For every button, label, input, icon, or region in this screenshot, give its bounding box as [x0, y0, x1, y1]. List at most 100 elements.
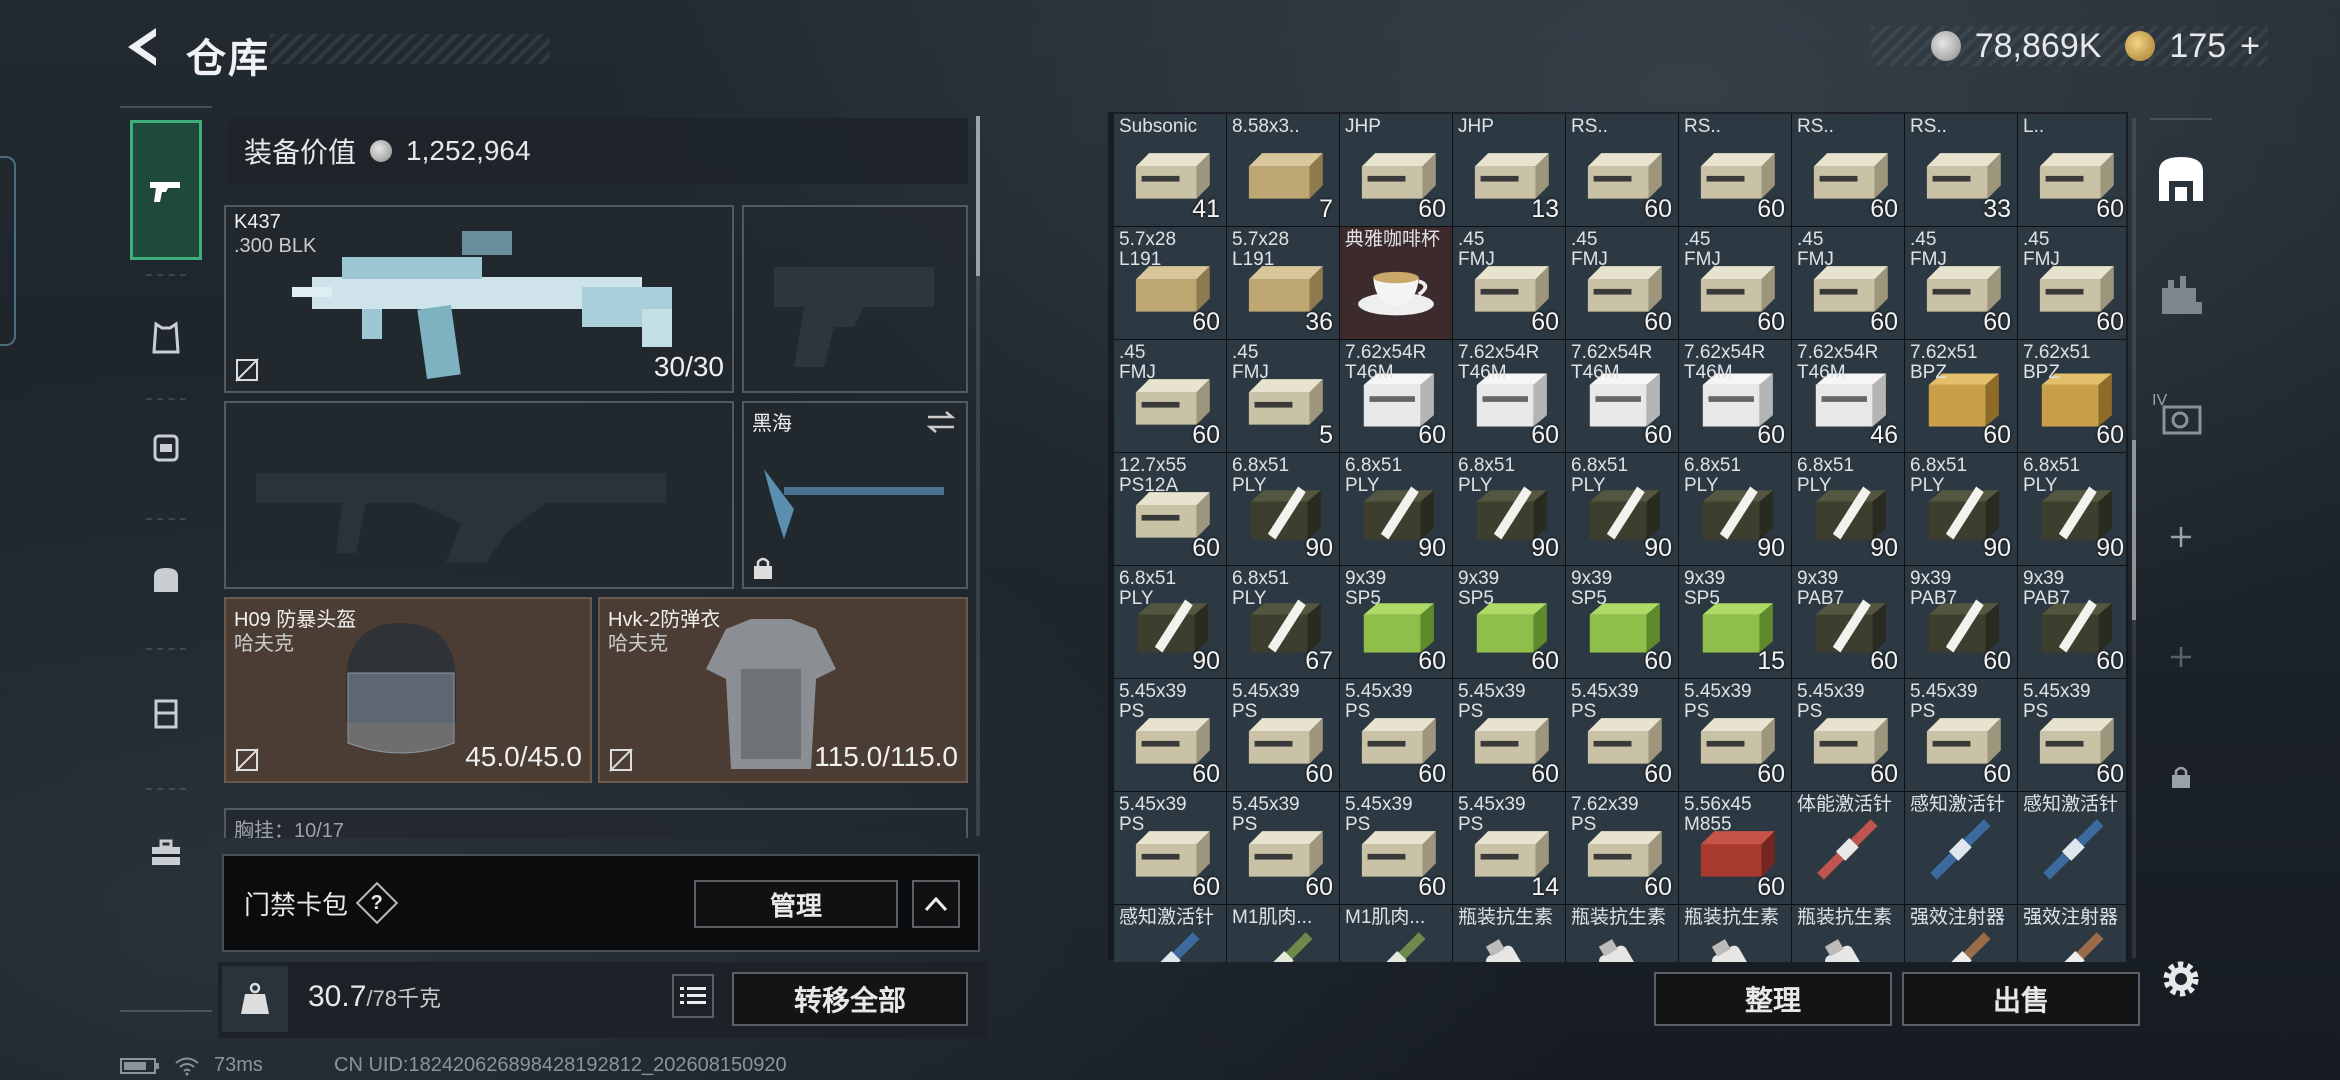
add-storage-button-1[interactable]	[2150, 506, 2212, 568]
expand-button[interactable]	[912, 880, 960, 928]
storage-item[interactable]: .45 FMJ 60	[2018, 227, 2126, 339]
storage-item[interactable]: 12.7x55 PS12A 60	[1114, 453, 1226, 565]
sidebar-item-weapon[interactable]	[130, 120, 202, 260]
storage-item[interactable]: 6.8x51 PLY 67	[1227, 566, 1339, 678]
back-arrow-icon[interactable]	[118, 22, 168, 72]
list-view-button[interactable]	[672, 974, 714, 1018]
helmet-slot[interactable]: H09 防暴头盔 哈夫克 45.0/45.0	[224, 597, 592, 783]
sidebar-item-backpack[interactable]	[130, 396, 202, 496]
storage-item[interactable]: 7.62x51 BPZ 60	[2018, 340, 2126, 452]
storage-item[interactable]: 7.62x54R T46M 60	[1453, 340, 1565, 452]
storage-item[interactable]: 9x39 PAB7 60	[2018, 566, 2126, 678]
storage-item[interactable]: 5.7x28 L191 36	[1227, 227, 1339, 339]
manage-button[interactable]: 管理	[694, 880, 898, 928]
sidebar-item-case[interactable]	[130, 798, 202, 908]
storage-scrollbar-thumb[interactable]	[2132, 440, 2136, 620]
storage-item[interactable]: 6.8x51 PLY 90	[1792, 453, 1904, 565]
storage-item[interactable]: 5.45x39 PS 60	[1114, 679, 1226, 791]
sidebar-item-bag[interactable]	[130, 528, 202, 628]
storage-item[interactable]: 7.62x51 BPZ 60	[1905, 340, 2017, 452]
storage-item[interactable]: 6.8x51 PLY 90	[1340, 453, 1452, 565]
storage-item[interactable]: 5.45x39 PS 60	[1566, 679, 1678, 791]
storage-item[interactable]: .45 FMJ 60	[1679, 227, 1791, 339]
primary-weapon-slot[interactable]: K437 .300 BLK 30/30	[224, 205, 734, 393]
storage-item[interactable]: 9x39 PAB7 60	[1905, 566, 2017, 678]
storage-item[interactable]: 7.62x54R T46M 60	[1679, 340, 1791, 452]
storage-item[interactable]: 6.8x51 PLY 90	[2018, 453, 2126, 565]
storage-item[interactable]: .45 FMJ 60	[1566, 227, 1678, 339]
storage-item[interactable]: 6.8x51 PLY 90	[1227, 453, 1339, 565]
sidebar-item-chest-rig[interactable]	[130, 658, 202, 768]
storage-item[interactable]: 5.45x39 PS 60	[1227, 792, 1339, 904]
pistol-slot-empty[interactable]	[742, 205, 968, 393]
storage-item[interactable]: 7.62x54R T46M 60	[1566, 340, 1678, 452]
storage-item[interactable]: RS.. 33	[1905, 114, 2017, 226]
storage-item[interactable]: 体能激活针	[1792, 792, 1904, 904]
gold-plus-button[interactable]: +	[2240, 27, 2260, 66]
armor-slot[interactable]: Hvk-2防弹衣 哈夫克 115.0/115.0	[598, 597, 968, 783]
storage-item[interactable]: Subsonic 41	[1114, 114, 1226, 226]
storage-item[interactable]: 感知激活针	[2018, 792, 2126, 904]
storage-item[interactable]: 瓶装抗生素	[1453, 905, 1565, 962]
storage-item[interactable]: 6.8x51 PLY 90	[1114, 566, 1226, 678]
storage-item[interactable]: 感知激活针	[1114, 905, 1226, 962]
storage-item[interactable]: 9x39 SP5 60	[1453, 566, 1565, 678]
storage-item[interactable]: 9x39 SP5 15	[1679, 566, 1791, 678]
storage-item[interactable]: 5.56x45 M855 60	[1679, 792, 1791, 904]
locked-storage-slot[interactable]	[2150, 746, 2212, 808]
storage-tab-main[interactable]	[2150, 148, 2212, 210]
storage-item[interactable]: JHP 13	[1453, 114, 1565, 226]
storage-item[interactable]: 瓶装抗生素	[1792, 905, 1904, 962]
sidebar-item-armor[interactable]	[130, 298, 202, 378]
storage-item[interactable]: .45 FMJ 60	[1114, 340, 1226, 452]
storage-item[interactable]: 6.8x51 PLY 90	[1679, 453, 1791, 565]
storage-item[interactable]: M1肌肉...	[1227, 905, 1339, 962]
storage-item[interactable]: .45 FMJ 60	[1453, 227, 1565, 339]
storage-item[interactable]: RS.. 60	[1679, 114, 1791, 226]
storage-item[interactable]: 7.62x54R T46M 60	[1340, 340, 1452, 452]
storage-item[interactable]: 典雅咖啡杯	[1340, 227, 1452, 339]
storage-item[interactable]: 强效注射器	[1905, 905, 2017, 962]
storage-item[interactable]: RS.. 60	[1792, 114, 1904, 226]
left-scrollbar-thumb[interactable]	[976, 116, 980, 276]
storage-item[interactable]: 5.45x39 PS 60	[1114, 792, 1226, 904]
storage-item[interactable]: .45 FMJ 5	[1227, 340, 1339, 452]
edge-tab[interactable]	[0, 156, 16, 346]
storage-item[interactable]: 7.62x39 PS 60	[1566, 792, 1678, 904]
storage-tab-level[interactable]: IV	[2150, 388, 2212, 450]
melee-slot[interactable]: 黑海	[742, 401, 968, 589]
storage-item[interactable]: JHP 60	[1340, 114, 1452, 226]
storage-item[interactable]: 5.45x39 PS 60	[1227, 679, 1339, 791]
storage-item[interactable]: 5.45x39 PS 14	[1453, 792, 1565, 904]
storage-item[interactable]: 6.8x51 PLY 90	[1905, 453, 2017, 565]
storage-tab-craft[interactable]	[2150, 264, 2212, 326]
storage-item[interactable]: 感知激活针	[1905, 792, 2017, 904]
storage-item[interactable]: 5.45x39 PS 60	[1792, 679, 1904, 791]
storage-item[interactable]: L.. 60	[2018, 114, 2126, 226]
storage-item[interactable]: 6.8x51 PLY 90	[1566, 453, 1678, 565]
chest-rig-row-partial[interactable]: 胸挂：10/17	[224, 808, 968, 838]
storage-item[interactable]: 强效注射器	[2018, 905, 2126, 962]
storage-item[interactable]: 9x39 PAB7 60	[1792, 566, 1904, 678]
storage-item[interactable]: 瓶装抗生素	[1679, 905, 1791, 962]
storage-item[interactable]: 6.8x51 PLY 90	[1453, 453, 1565, 565]
add-storage-button-2[interactable]	[2150, 626, 2212, 688]
sort-button[interactable]: 整理	[1654, 972, 1892, 1026]
storage-item[interactable]: 瓶装抗生素	[1566, 905, 1678, 962]
help-icon[interactable]: ?	[355, 881, 399, 925]
sell-button[interactable]: 出售	[1902, 972, 2140, 1026]
transfer-all-button[interactable]: 转移全部	[732, 972, 968, 1026]
storage-item[interactable]: M1肌肉...	[1340, 905, 1452, 962]
storage-item[interactable]: 5.45x39 PS 60	[2018, 679, 2126, 791]
storage-item[interactable]: .45 FMJ 60	[1905, 227, 2017, 339]
storage-item[interactable]: 5.45x39 PS 60	[1453, 679, 1565, 791]
storage-item[interactable]: 7.62x54R T46M 46	[1792, 340, 1904, 452]
storage-item[interactable]: 5.45x39 PS 60	[1679, 679, 1791, 791]
storage-item[interactable]: 5.45x39 PS 60	[1340, 679, 1452, 791]
storage-item[interactable]: RS.. 60	[1566, 114, 1678, 226]
swap-icon[interactable]	[924, 409, 958, 435]
storage-item[interactable]: .45 FMJ 60	[1792, 227, 1904, 339]
secondary-weapon-slot-empty[interactable]	[224, 401, 734, 589]
storage-item[interactable]: 5.45x39 PS 60	[1340, 792, 1452, 904]
storage-item[interactable]: 9x39 SP5 60	[1566, 566, 1678, 678]
